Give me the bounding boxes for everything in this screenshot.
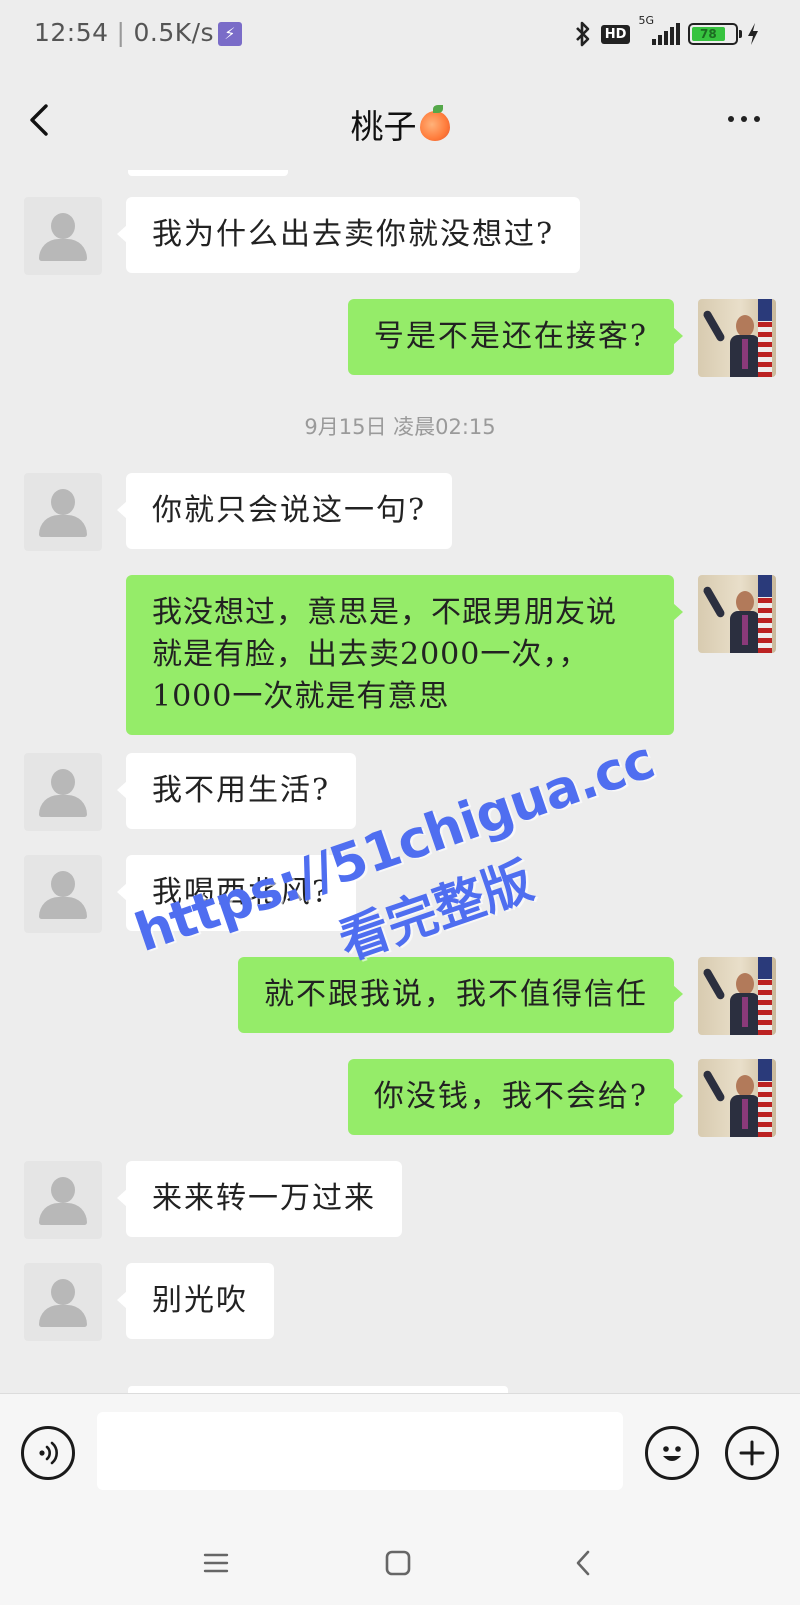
status-right: HD 5G 78 xyxy=(573,14,760,50)
system-nav-bar xyxy=(0,1505,800,1605)
my-avatar[interactable] xyxy=(698,1059,776,1137)
status-net-speed: 0.5K/s xyxy=(133,18,215,47)
status-time: 12:54 xyxy=(34,18,109,47)
message-bubble-outgoing[interactable]: 号是不是还在接客? xyxy=(347,299,684,375)
status-bar: 12:54 | 0.5K/s ⚡ HD 5G 78 xyxy=(0,0,800,70)
contact-avatar[interactable] xyxy=(24,1161,102,1239)
voice-button[interactable] xyxy=(21,1426,75,1480)
message-bubble-incoming[interactable]: 我喝西北风? xyxy=(116,855,357,931)
message-bubble-outgoing[interactable]: 就不跟我说，我不值得信任 xyxy=(238,957,683,1033)
plus-icon xyxy=(739,1440,765,1466)
my-avatar[interactable] xyxy=(698,957,776,1035)
emoji-icon xyxy=(663,1446,681,1461)
signal-icon xyxy=(652,23,680,45)
message-bubble-incoming[interactable]: 别光吹 xyxy=(117,1263,274,1339)
contact-avatar[interactable] xyxy=(24,473,102,551)
plus-button[interactable] xyxy=(725,1426,779,1480)
emoji-button[interactable] xyxy=(645,1426,699,1480)
message-input[interactable] xyxy=(97,1412,623,1490)
home-button[interactable] xyxy=(378,1543,418,1583)
contact-avatar[interactable] xyxy=(24,753,102,831)
contact-avatar[interactable] xyxy=(24,197,102,275)
my-avatar[interactable] xyxy=(698,575,776,653)
message-bubble-outgoing[interactable]: 我没想过，意思是，不跟男朋友说 就是有脸，出去卖2000一次，， 1000一次就… xyxy=(126,575,683,735)
hd-icon: HD xyxy=(600,24,631,44)
message-bubble-incoming[interactable]: 我不用生活? xyxy=(116,753,357,829)
clipped-bubble xyxy=(128,1386,508,1393)
nav-back-button[interactable] xyxy=(564,1543,604,1583)
status-separator: | xyxy=(116,18,126,47)
menu-button[interactable] xyxy=(196,1543,236,1583)
message-timestamp: 9月15日 凌晨02:15 xyxy=(304,415,496,439)
bolt-icon: ⚡ xyxy=(218,22,243,46)
chat-title: 桃子 xyxy=(0,100,800,148)
chat-header: 桃子 xyxy=(0,70,800,170)
clipped-bubble xyxy=(128,170,288,176)
contact-avatar[interactable] xyxy=(24,855,102,933)
charging-icon xyxy=(748,23,758,45)
peach-icon xyxy=(419,105,450,141)
menu-icon xyxy=(203,1553,229,1573)
home-square-icon xyxy=(385,1550,411,1576)
contact-name: 桃子 xyxy=(350,107,417,146)
bluetooth-icon xyxy=(575,21,590,47)
chat-area[interactable]: 我为什么出去卖你就没想过? 号是不是还在接客? 9月15日 凌晨02:15 你就… xyxy=(0,170,800,1393)
message-bubble-incoming[interactable]: 你就只会说这一句? xyxy=(116,473,453,549)
battery-icon: 78 xyxy=(688,23,742,45)
my-avatar[interactable] xyxy=(698,299,776,377)
message-bubble-incoming[interactable]: 我为什么出去卖你就没想过? xyxy=(116,197,581,273)
message-bubble-outgoing[interactable]: 你没钱，我不会给? xyxy=(347,1059,684,1135)
status-left: 12:54 | 0.5K/s ⚡ xyxy=(34,18,243,47)
more-button[interactable] xyxy=(728,116,760,122)
input-bar xyxy=(0,1393,800,1505)
back-triangle-icon xyxy=(576,1550,590,1576)
message-bubble-incoming[interactable]: 来来转一万过来 xyxy=(117,1161,402,1237)
battery-level: 78 xyxy=(692,27,725,41)
more-dots-icon xyxy=(728,116,734,122)
voice-icon xyxy=(39,1441,58,1465)
contact-avatar[interactable] xyxy=(24,1263,102,1341)
